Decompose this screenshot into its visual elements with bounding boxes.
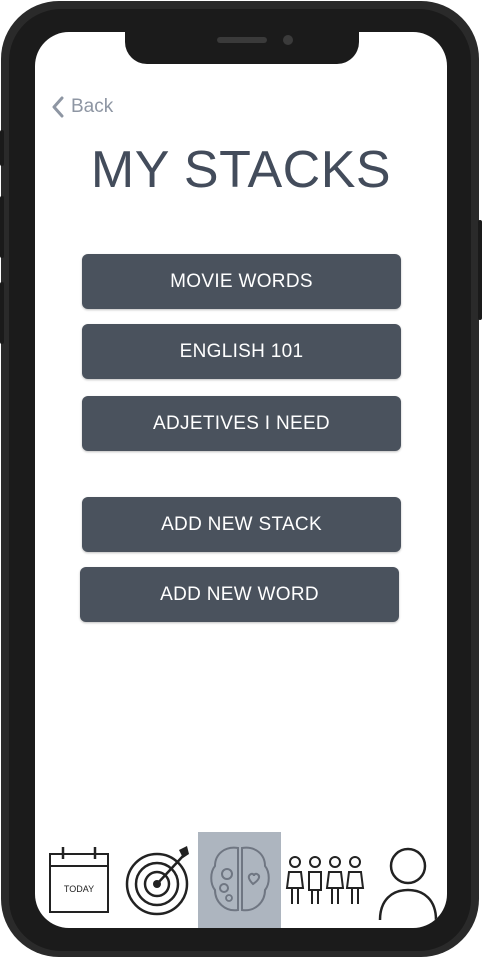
- power-button: [478, 220, 482, 320]
- notch: [125, 32, 359, 64]
- back-label: Back: [71, 96, 114, 117]
- stack-button-adjetives[interactable]: ADJETIVES I NEED: [82, 396, 401, 451]
- chevron-left-icon: [52, 96, 64, 118]
- tab-profile[interactable]: [371, 832, 445, 928]
- phone-device: Back MY STACKS MOVIE WORDS ENGLISH 101 A…: [0, 0, 482, 960]
- tab-goals[interactable]: [121, 832, 197, 928]
- tab-community[interactable]: [283, 832, 367, 928]
- volume-down-button: [0, 282, 4, 344]
- volume-up-button: [0, 196, 4, 258]
- speaker-grille: [217, 37, 267, 43]
- silent-switch: [0, 130, 4, 166]
- add-word-label: ADD NEW WORD: [160, 583, 319, 605]
- add-stack-label: ADD NEW STACK: [161, 513, 322, 535]
- app-screen: Back MY STACKS MOVIE WORDS ENGLISH 101 A…: [35, 32, 447, 928]
- front-camera: [283, 35, 293, 45]
- tab-today[interactable]: TODAY: [41, 832, 117, 928]
- people-group-icon: [285, 856, 365, 904]
- target-icon: [125, 846, 189, 916]
- stack-button-movie-words[interactable]: MOVIE WORDS: [82, 254, 401, 309]
- calendar-icon: TODAY: [49, 847, 109, 913]
- stack-button-english-101[interactable]: ENGLISH 101: [82, 324, 401, 379]
- back-button[interactable]: Back: [51, 96, 113, 118]
- add-new-stack-button[interactable]: ADD NEW STACK: [82, 497, 401, 552]
- bottom-tab-bar: TODAY: [35, 832, 447, 928]
- stack-label: ADJETIVES I NEED: [153, 412, 330, 434]
- stack-label: ENGLISH 101: [179, 340, 304, 362]
- page-title: MY STACKS: [90, 141, 392, 199]
- brain-icon: [209, 846, 270, 912]
- user-profile-icon: [378, 847, 438, 920]
- stack-label: MOVIE WORDS: [170, 270, 313, 292]
- today-label: TODAY: [64, 884, 94, 894]
- add-new-word-button[interactable]: ADD NEW WORD: [80, 567, 399, 622]
- tab-brain[interactable]: [198, 832, 281, 928]
